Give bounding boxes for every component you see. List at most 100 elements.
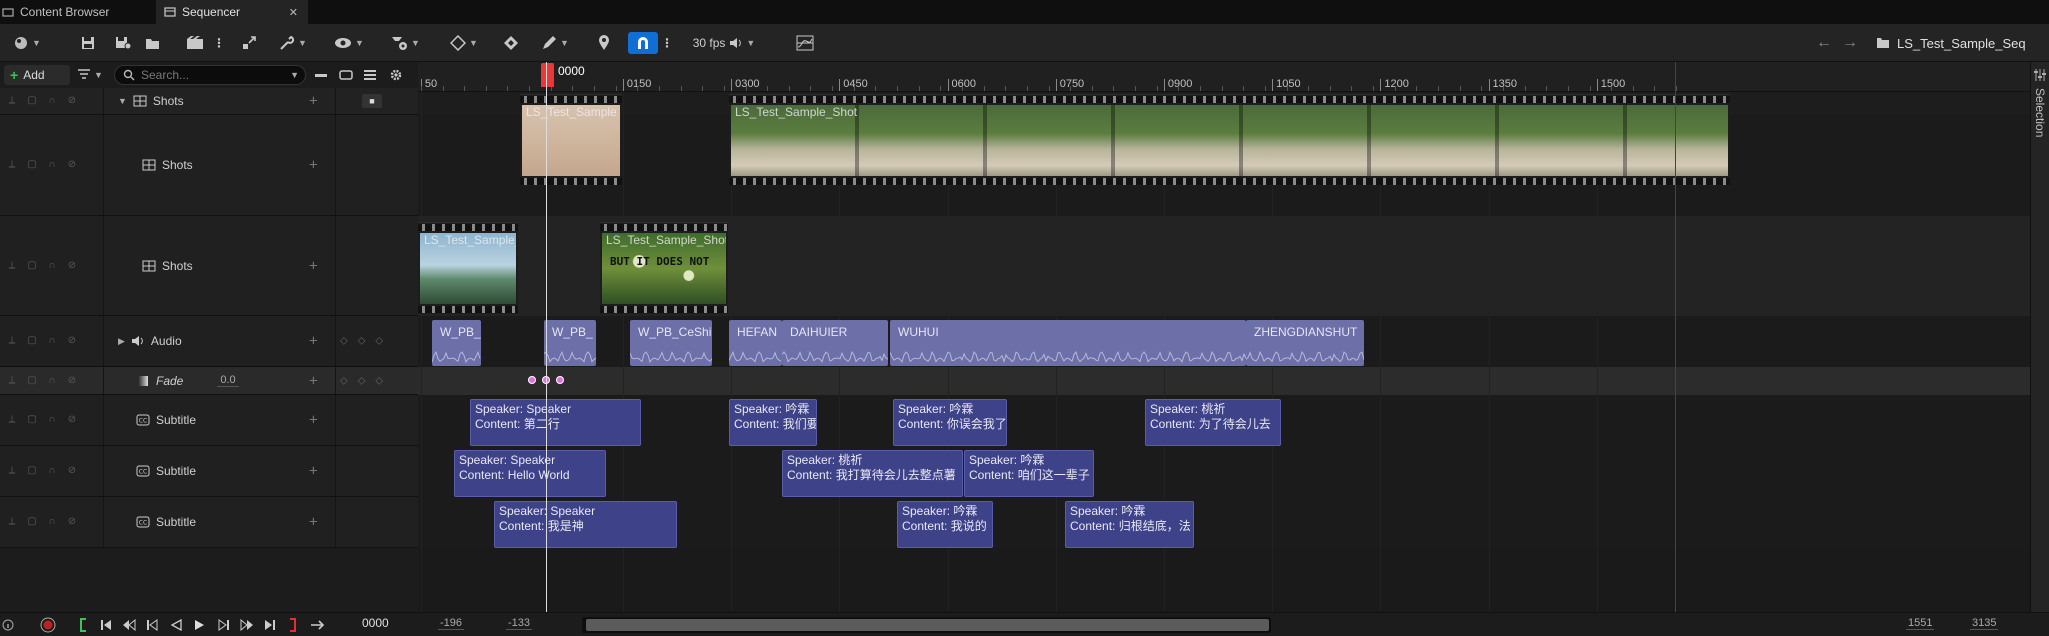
solo-icon[interactable]: ∩ bbox=[46, 516, 58, 528]
solo-icon[interactable]: ∩ bbox=[46, 375, 58, 387]
subtitle-clip[interactable]: Speaker: 吟霖 Content: 我们要 bbox=[729, 399, 817, 446]
play-reverse-button[interactable] bbox=[170, 617, 182, 633]
mute-icon[interactable]: ⊘ bbox=[66, 159, 78, 171]
tab-content-browser[interactable]: Content Browser bbox=[0, 0, 152, 24]
save-button[interactable] bbox=[78, 32, 98, 54]
chevron-right-icon[interactable]: ▶ bbox=[118, 336, 125, 347]
lock-icon[interactable]: ▢ bbox=[26, 260, 38, 272]
play-button[interactable] bbox=[194, 617, 206, 633]
add-section-button[interactable]: + bbox=[309, 463, 318, 480]
fade-value-field[interactable]: 0.0 bbox=[217, 374, 239, 387]
marker-button[interactable] bbox=[596, 32, 612, 54]
solo-icon[interactable]: ∩ bbox=[46, 159, 58, 171]
world-menu-button[interactable]: ▼ bbox=[8, 32, 46, 54]
set-end-button[interactable] bbox=[288, 617, 298, 633]
solo-icon[interactable]: ∩ bbox=[46, 414, 58, 426]
timeline-scrollbar[interactable] bbox=[582, 617, 1271, 633]
pin-icon[interactable]: ⟂ bbox=[6, 95, 18, 107]
track-row-subtitle[interactable]: ⟂ ▢ ∩ ⊘ CC Subtitle + bbox=[0, 497, 418, 548]
pin-icon[interactable]: ⟂ bbox=[6, 465, 18, 477]
add-section-button[interactable]: + bbox=[309, 93, 318, 110]
set-start-button[interactable] bbox=[78, 617, 88, 633]
add-section-button[interactable]: + bbox=[309, 514, 318, 531]
add-section-button[interactable]: + bbox=[309, 412, 318, 429]
framerate-selector[interactable]: 30 fps ▼ bbox=[688, 32, 760, 54]
work-end-field[interactable]: 1551 bbox=[1906, 617, 1935, 630]
scrollbar-thumb[interactable] bbox=[586, 619, 1269, 631]
lock-icon[interactable]: ▢ bbox=[26, 335, 38, 347]
audio-clip[interactable]: W_PB_ bbox=[544, 320, 596, 366]
playhead-handle[interactable] bbox=[541, 63, 554, 87]
search-input[interactable]: Search... ▼ bbox=[114, 65, 306, 85]
work-start-field[interactable]: -133 bbox=[506, 617, 533, 630]
lock-icon[interactable]: ▢ bbox=[26, 95, 38, 107]
add-track-button[interactable]: + Add bbox=[4, 65, 70, 85]
previous-key-button[interactable] bbox=[122, 617, 136, 633]
keyframe-nav[interactable]: ◇◇◇ bbox=[340, 336, 393, 347]
tools-menu-button[interactable]: ▼ bbox=[276, 32, 310, 54]
track-row-subtitle[interactable]: ⟂ ▢ ∩ ⊘ CC Subtitle + bbox=[0, 395, 418, 446]
snap-options-button[interactable]: ⋮ bbox=[661, 32, 673, 54]
shot-clip[interactable]: LS_Test_Sample_Shot BUT IT DOES NOT bbox=[600, 222, 728, 314]
subtitle-clip[interactable]: Speaker: 吟霖 Content: 我说的 bbox=[897, 501, 993, 548]
mute-icon[interactable]: ⊘ bbox=[66, 414, 78, 426]
timeline-area[interactable]: 50 0150 0300 0450 0600 0750 0900 1050 1200 1350 15… bbox=[418, 62, 2030, 612]
track-row-audio[interactable]: ⟂ ▢ ∩ ⊘ ▶ Audio + ◇◇◇ bbox=[0, 316, 418, 367]
loop-button[interactable] bbox=[310, 617, 326, 633]
subtitle-clip[interactable]: Speaker: 吟霖 Content: 你误会我了 bbox=[893, 399, 1007, 446]
mute-icon[interactable]: ⊘ bbox=[66, 465, 78, 477]
key-group-button[interactable]: ▼ bbox=[446, 32, 482, 54]
curve-editor-button[interactable] bbox=[794, 32, 816, 54]
solo-icon[interactable]: ∩ bbox=[46, 335, 58, 347]
tab-sequencer[interactable]: Sequencer ✕ bbox=[156, 0, 308, 24]
sequence-breadcrumb[interactable]: LS_Test_Sample_Seq bbox=[1876, 32, 2026, 54]
pin-icon[interactable]: ⟂ bbox=[6, 335, 18, 347]
find-in-browser-button[interactable] bbox=[142, 32, 164, 54]
subtitle-clip[interactable]: Speaker: 桃祈 Content: 我打算待会儿去整点薯 bbox=[782, 450, 963, 497]
lock-icon[interactable]: ▢ bbox=[26, 465, 38, 477]
solo-icon[interactable]: ∩ bbox=[46, 465, 58, 477]
add-section-button[interactable]: + bbox=[309, 257, 318, 274]
chevron-down-icon[interactable]: ▼ bbox=[118, 96, 127, 106]
shot-clip[interactable]: LS_Test_Sample_Sh bbox=[418, 222, 518, 314]
add-section-button[interactable]: + bbox=[309, 333, 318, 350]
forward-button[interactable]: → bbox=[1840, 32, 1860, 54]
selection-tab[interactable]: Selection bbox=[2033, 88, 2047, 137]
lock-icon[interactable]: ▢ bbox=[26, 414, 38, 426]
audio-clip[interactable]: ZHENGDIANSHUT bbox=[1246, 320, 1364, 366]
audio-clip[interactable]: DAIHUIER bbox=[782, 320, 888, 366]
list-view-button[interactable] bbox=[362, 67, 378, 83]
view-start-field[interactable]: -196 bbox=[438, 617, 465, 630]
lock-icon[interactable]: ▢ bbox=[26, 375, 38, 387]
track-row-subtitle[interactable]: ⟂ ▢ ∩ ⊘ CC Subtitle + bbox=[0, 446, 418, 497]
more-options-button[interactable]: ⋮ bbox=[213, 32, 225, 54]
playback-options-button[interactable]: ▼ bbox=[386, 32, 424, 54]
edit-mode-button[interactable]: ▼ bbox=[536, 32, 574, 54]
record-button[interactable] bbox=[40, 617, 56, 633]
mute-icon[interactable]: ⊘ bbox=[66, 260, 78, 272]
lock-icon[interactable]: ▢ bbox=[26, 516, 38, 528]
pin-icon[interactable]: ⟂ bbox=[6, 414, 18, 426]
pin-icon[interactable]: ⟂ bbox=[6, 159, 18, 171]
subtitle-clip[interactable]: Speaker: 吟霖 Content: 归根结底，法 bbox=[1065, 501, 1194, 548]
audio-clip[interactable]: HEFAN bbox=[729, 320, 782, 366]
actions-button[interactable] bbox=[238, 32, 260, 54]
jump-to-end-button[interactable] bbox=[264, 617, 276, 633]
time-ruler[interactable]: 50 0150 0300 0450 0600 0750 0900 1050 1200 1350 15… bbox=[418, 62, 2030, 92]
fade-keyframe[interactable] bbox=[528, 376, 536, 384]
view-options-button[interactable]: ▼ bbox=[330, 32, 368, 54]
add-section-button[interactable]: + bbox=[309, 157, 318, 174]
track-row-shots-track[interactable]: ⟂ ▢ ∩ ⊘ Shots + bbox=[0, 115, 418, 216]
back-button[interactable]: ← bbox=[1814, 32, 1834, 54]
current-time-input[interactable]: 0000 bbox=[362, 616, 389, 630]
playhead-line[interactable] bbox=[546, 62, 547, 612]
collapse-all-button[interactable] bbox=[314, 67, 328, 83]
add-section-button[interactable]: + bbox=[309, 372, 318, 389]
solo-icon[interactable]: ∩ bbox=[46, 95, 58, 107]
audio-clip[interactable]: W_PB_CeShi bbox=[630, 320, 712, 366]
jump-to-start-button[interactable] bbox=[100, 617, 112, 633]
pin-icon[interactable]: ⟂ bbox=[6, 516, 18, 528]
settings-button[interactable] bbox=[388, 67, 404, 83]
track-row-fade[interactable]: ⟂ ▢ ∩ ⊘ Fade 0.0 + ◇◇◇ bbox=[0, 367, 418, 395]
mute-icon[interactable]: ⊘ bbox=[66, 516, 78, 528]
